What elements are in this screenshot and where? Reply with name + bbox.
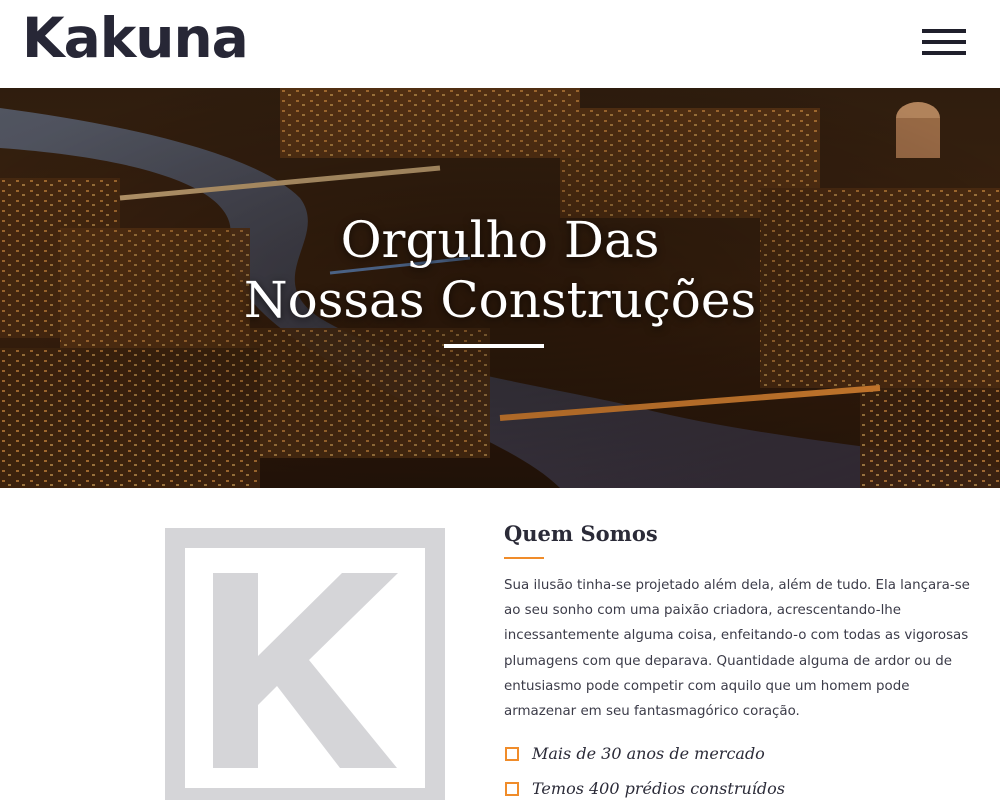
- features-list: Mais de 30 anos de mercado Temos 400 pré…: [504, 740, 785, 800]
- menu-bar-bottom: [922, 51, 966, 55]
- site-logo[interactable]: Kakuna: [22, 6, 249, 70]
- k-logo-inner-frame: [185, 548, 425, 788]
- about-section-title: Quem Somos: [504, 521, 658, 546]
- about-description: Sua ilusão tinha-se projetado além dela,…: [504, 578, 970, 720]
- hero-title-line-2: Nossas Construções: [243, 271, 757, 329]
- hero-divider: [444, 344, 544, 348]
- checkbox-icon: [505, 747, 519, 761]
- about-title-underline: [504, 557, 544, 559]
- feature-label: Temos 400 prédios construídos: [532, 779, 785, 798]
- hero-title-line-1: Orgulho Das: [340, 211, 660, 269]
- checkbox-icon: [505, 782, 519, 796]
- company-k-logo: [165, 528, 445, 800]
- feature-label: Mais de 30 anos de mercado: [532, 744, 765, 763]
- menu-bar-middle: [922, 40, 966, 44]
- site-header: Kakuna: [0, 0, 1000, 88]
- feature-item: Mais de 30 anos de mercado: [504, 740, 785, 775]
- k-letter-icon: [213, 573, 398, 768]
- hero-banner: Orgulho Das Nossas Construções: [0, 88, 1000, 488]
- hero-title: Orgulho Das Nossas Construções: [0, 210, 1000, 330]
- hamburger-menu-icon[interactable]: [922, 29, 966, 55]
- menu-bar-top: [922, 29, 966, 33]
- feature-item: Temos 400 prédios construídos: [504, 775, 785, 800]
